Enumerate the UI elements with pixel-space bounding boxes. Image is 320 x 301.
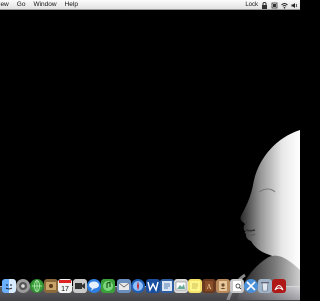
menu-bar-left: iew Go Window Help [0, 0, 82, 10]
stickies-icon[interactable] [188, 279, 202, 293]
photo-icon[interactable] [44, 279, 58, 293]
ichat-icon[interactable] [87, 279, 101, 293]
address-book-icon[interactable] [216, 279, 230, 293]
calendar-icon[interactable]: 17 [58, 279, 72, 293]
svg-text:A: A [206, 283, 211, 291]
trash-icon[interactable] [258, 279, 272, 293]
network-globe-icon[interactable] [30, 279, 44, 293]
keychain-icon[interactable] [261, 1, 268, 9]
lock-menu[interactable]: Lock [245, 0, 258, 10]
svg-text:17: 17 [61, 286, 69, 293]
menu-help[interactable]: Help [61, 0, 82, 10]
image-viewer-icon[interactable] [174, 279, 188, 293]
finder-icon[interactable] [2, 279, 16, 293]
battery-icon[interactable] [271, 2, 278, 9]
desktop-background [0, 10, 300, 300]
itunes-icon[interactable] [101, 279, 115, 293]
wifi-icon[interactable] [281, 2, 288, 9]
menu-go[interactable]: Go [13, 0, 30, 10]
office-icon[interactable] [160, 279, 174, 293]
textedit-icon[interactable] [146, 279, 160, 293]
menu-window[interactable]: Window [29, 0, 60, 10]
system-preferences-icon[interactable] [16, 279, 30, 293]
mail-icon[interactable] [117, 279, 131, 293]
video-icon[interactable] [73, 279, 87, 293]
preview-icon[interactable] [230, 279, 244, 293]
safari-icon[interactable] [131, 279, 145, 293]
volume-icon[interactable] [291, 2, 298, 9]
menu-bar-status-area: Lock [245, 0, 300, 10]
tools-icon[interactable] [244, 279, 258, 293]
menu-bar: iew Go Window Help Lock [0, 0, 300, 10]
dictionary-icon[interactable]: A [202, 279, 216, 293]
acrobat-icon[interactable] [272, 279, 286, 293]
menu-view[interactable]: iew [0, 0, 13, 10]
